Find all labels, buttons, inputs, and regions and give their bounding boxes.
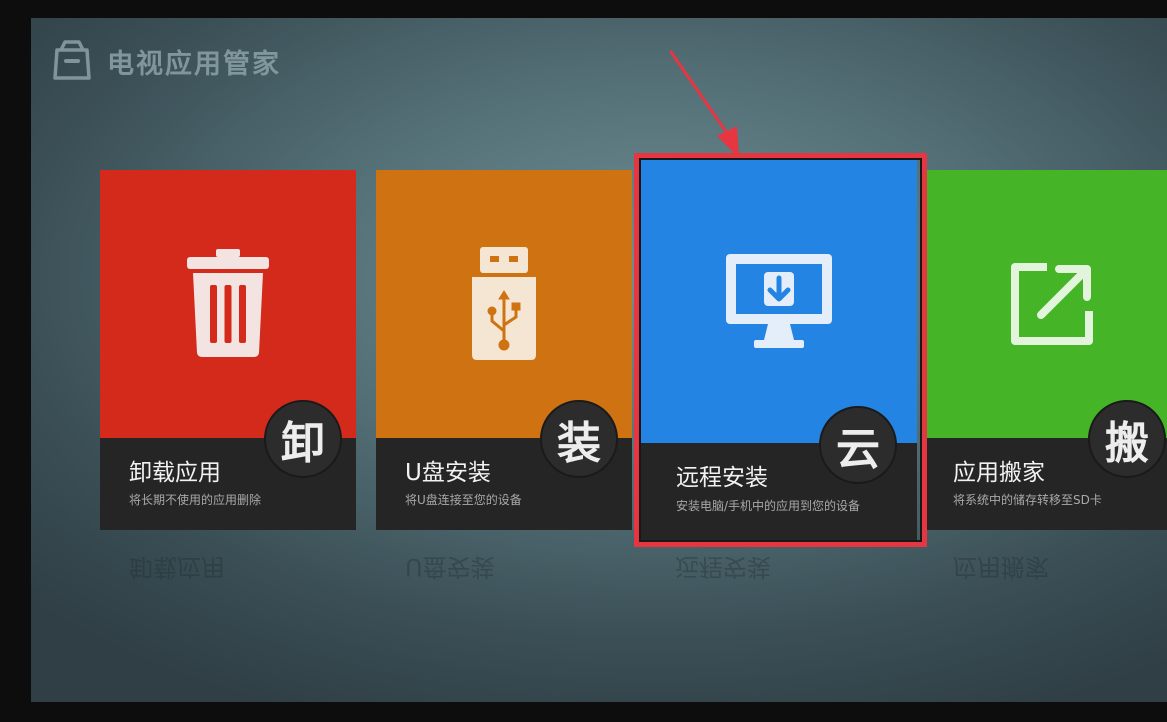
- reflection-title: U盘安装: [405, 553, 495, 581]
- tile-title: U盘安装: [405, 460, 491, 486]
- tile-subtitle: 将系统中的储存转移至SD卡: [953, 493, 1102, 507]
- tile-title: 应用搬家: [953, 460, 1045, 486]
- move-apps-tile[interactable]: 应用搬家 将系统中的储存转移至SD卡 搬: [924, 170, 1167, 530]
- tv-screen: 电视应用管家 卸载应用 将长期不使用的应用删除 卸 U盘安装 将U盘连接至您的设…: [31, 18, 1167, 702]
- reflection-title: 远程安装: [675, 553, 771, 581]
- app-title: 电视应用管家: [107, 48, 281, 80]
- uninstall-apps-tile[interactable]: 卸载应用 将长期不使用的应用删除 卸: [100, 170, 356, 530]
- tile-art: [641, 160, 917, 443]
- tile-reflection: U盘安装: [376, 552, 632, 616]
- tile-reflection: 卸载应用: [100, 552, 356, 616]
- usb-drive-icon: [472, 246, 536, 360]
- tile-reflection: 远程安装: [646, 552, 902, 616]
- red-arrow-annotation: [669, 50, 739, 158]
- shopping-bag-icon: [53, 40, 91, 80]
- remote-install-tile[interactable]: 远程安装 安装电脑/手机中的应用到您的设备 云: [641, 160, 917, 540]
- reflection-title: 应用搬家: [953, 553, 1049, 581]
- tile-reflection: 应用搬家: [924, 552, 1167, 616]
- app-header: 电视应用管家: [49, 36, 281, 86]
- external-link-icon: [1011, 263, 1093, 345]
- tile-subtitle: 将长期不使用的应用删除: [129, 493, 262, 507]
- tile-art: [376, 170, 632, 438]
- tile-subtitle: 将U盘连接至您的设备: [405, 493, 522, 507]
- usb-install-tile[interactable]: U盘安装 将U盘连接至您的设备 装: [376, 170, 632, 530]
- tile-subtitle: 安装电脑/手机中的应用到您的设备: [676, 499, 861, 513]
- tile-badge: 搬: [1088, 400, 1166, 478]
- reflection-title: 卸载应用: [129, 553, 225, 581]
- tile-art: [924, 170, 1167, 438]
- tile-badge: 卸: [264, 400, 342, 478]
- tile-title: 卸载应用: [129, 460, 221, 486]
- tile-art: [100, 170, 356, 438]
- tile-badge: 云: [819, 406, 897, 484]
- monitor-download-icon: [726, 253, 832, 348]
- tile-title: 远程安装: [676, 465, 768, 491]
- trash-icon: [187, 249, 269, 357]
- tile-badge: 装: [540, 400, 618, 478]
